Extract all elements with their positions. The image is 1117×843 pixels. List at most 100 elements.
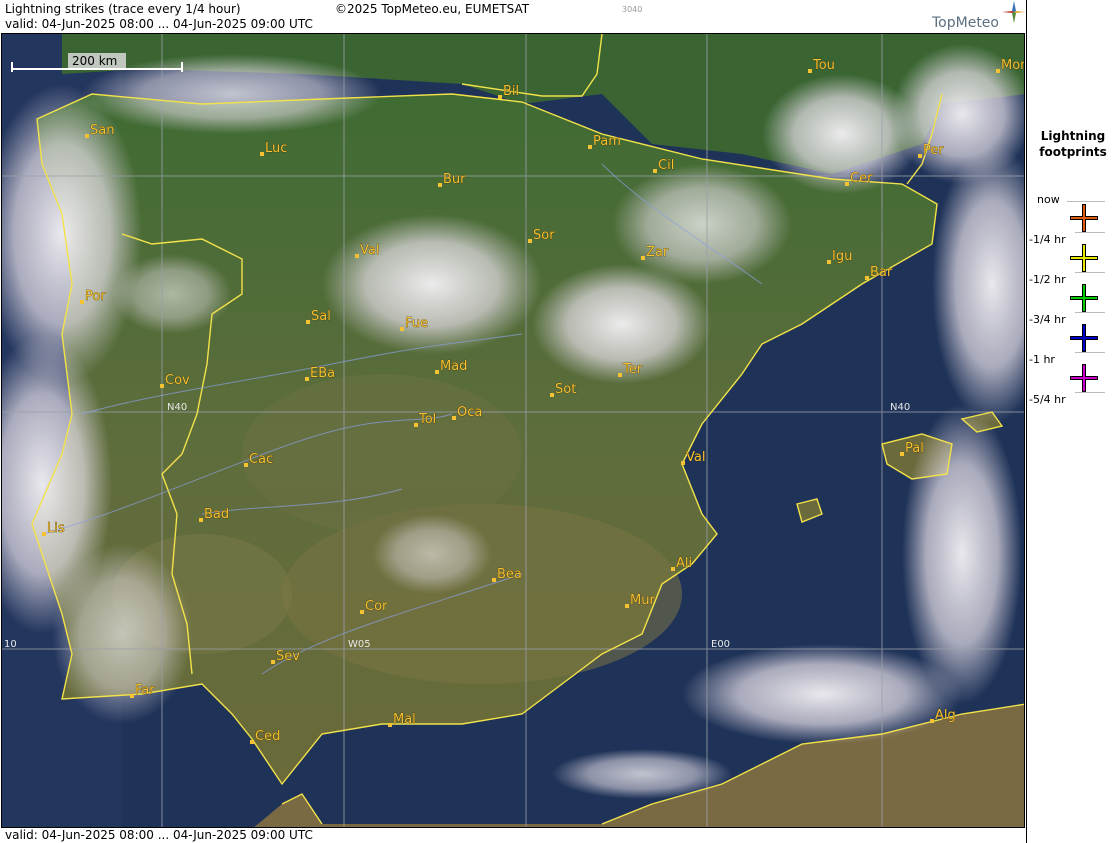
compass-star-icon (1002, 1, 1026, 23)
city-marker (360, 610, 364, 614)
legend-item: -3/4 hr (1027, 312, 1117, 353)
city-label-lis: Lis (47, 521, 65, 536)
city-label-tol: Tol (418, 412, 436, 427)
city-label-pal: Pal (905, 441, 924, 456)
legend-divider (1075, 352, 1105, 353)
city-marker (414, 423, 418, 427)
city-label-sor: Sor (533, 228, 555, 243)
legend-item-label: -1/2 hr (1029, 273, 1066, 286)
city-label-cer: Cer (850, 171, 873, 186)
city-marker (808, 69, 812, 73)
city-marker (160, 384, 164, 388)
legend-panel: Lightning footprints now -1/4 hr -1/2 hr -3… (1026, 0, 1117, 843)
city-label-oca: Oca (457, 405, 482, 420)
city-marker (85, 134, 89, 138)
city-marker (653, 169, 657, 173)
city-marker (498, 95, 502, 99)
lightning-cross-icon (1070, 204, 1098, 232)
city-label-sot: Sot (555, 382, 576, 397)
legend-item-label: -1 hr (1029, 353, 1055, 366)
city-marker (260, 152, 264, 156)
city-marker (80, 300, 84, 304)
city-marker (435, 370, 439, 374)
city-label-eba: EBa (310, 366, 335, 381)
city-label-mur: Mur (630, 593, 655, 608)
city-marker (250, 740, 254, 744)
lightning-cross-icon (1070, 364, 1098, 392)
map-footer: valid: 04-Jun-2025 08:00 ... 04-Jun-2025… (0, 828, 1026, 843)
legend-item-label: -5/4 hr (1029, 393, 1066, 406)
city-marker (492, 578, 496, 582)
city-label-tou: Tou (812, 58, 835, 73)
city-marker (355, 254, 359, 258)
city-marker (130, 694, 134, 698)
city-label-sev: Sev (276, 649, 300, 664)
legend-item: -1/2 hr (1027, 272, 1117, 313)
city-marker (681, 461, 685, 465)
valid-time-footer: valid: 04-Jun-2025 08:00 ... 04-Jun-2025… (5, 828, 313, 842)
lon-label-w05: W05 (348, 639, 371, 650)
city-label-per: Per (923, 143, 944, 158)
legend-item: now (1027, 193, 1117, 233)
city-marker (306, 320, 310, 324)
city-marker (305, 377, 309, 381)
city-label-mon: Mon (1001, 58, 1025, 73)
city-marker (900, 452, 904, 456)
city-label-mal: Mal (393, 712, 416, 727)
city-label-pam: Pam (593, 134, 621, 149)
city-label-ali: Ali (676, 556, 692, 571)
legend-item-label: -1/4 hr (1029, 233, 1066, 246)
city-marker (641, 256, 645, 260)
legend-divider (1075, 392, 1105, 393)
city-label-igu: Igu (832, 249, 852, 264)
city-label-bur: Bur (443, 172, 466, 187)
legend-item-label: -3/4 hr (1029, 313, 1066, 326)
legend-title-line1: Lightning (1040, 129, 1106, 143)
legend-item-label: now (1037, 193, 1060, 206)
city-label-ter: Ter (622, 362, 643, 377)
valid-time-header: valid: 04-Jun-2025 08:00 ... 04-Jun-2025… (5, 17, 313, 31)
city-label-cac: Cac (249, 452, 273, 467)
legend-item: -5/4 hr (1027, 392, 1117, 433)
lat-label-n40-east: N40 (890, 402, 910, 413)
legend-divider (1075, 312, 1105, 313)
city-marker (452, 416, 456, 420)
city-marker (671, 567, 675, 571)
city-label-far: Far (135, 683, 155, 698)
city-label-por: Por (85, 289, 106, 304)
map-header: Lightning strikes (trace every 1/4 hour)… (0, 0, 1026, 33)
city-label-fue: Fue (405, 316, 428, 331)
map-code: 3040 (622, 5, 643, 14)
city-label-ced: Ced (255, 729, 280, 744)
city-marker (528, 239, 532, 243)
city-label-cil: Cil (658, 158, 674, 173)
lightning-cross-icon (1070, 284, 1098, 312)
city-marker (199, 518, 203, 522)
city-marker (550, 393, 554, 397)
city-marker (244, 463, 248, 467)
legend-divider (1067, 201, 1105, 202)
lightning-cross-icon (1070, 324, 1098, 352)
city-label-bad: Bad (204, 507, 229, 522)
city-marker (827, 260, 831, 264)
city-marker (996, 69, 1000, 73)
city-label-bar: Bar (870, 265, 893, 280)
city-marker (42, 532, 46, 536)
city-marker (625, 604, 629, 608)
city-label-cov: Cov (165, 373, 190, 388)
city-label-bil: Bil (503, 84, 519, 99)
topmeteo-logo[interactable]: TopMeteo (932, 15, 999, 31)
legend-divider (1075, 232, 1105, 233)
scale-label: 200 km (72, 54, 117, 68)
logo-text: TopMeteo (932, 15, 999, 31)
copyright-text: ©2025 TopMeteo.eu, EUMETSAT (335, 2, 530, 16)
city-label-luc: Luc (265, 141, 287, 156)
city-marker (438, 183, 442, 187)
legend-item: -1 hr (1027, 352, 1117, 393)
lightning-cross-icon (1070, 244, 1098, 272)
city-marker (918, 154, 922, 158)
city-label-cor: Cor (365, 599, 388, 614)
satellite-map[interactable]: N40 N40 10 W05 E00 200 km Tou Mo Bil San… (1, 33, 1025, 828)
city-label-val: Val (360, 243, 379, 258)
city-marker (588, 145, 592, 149)
